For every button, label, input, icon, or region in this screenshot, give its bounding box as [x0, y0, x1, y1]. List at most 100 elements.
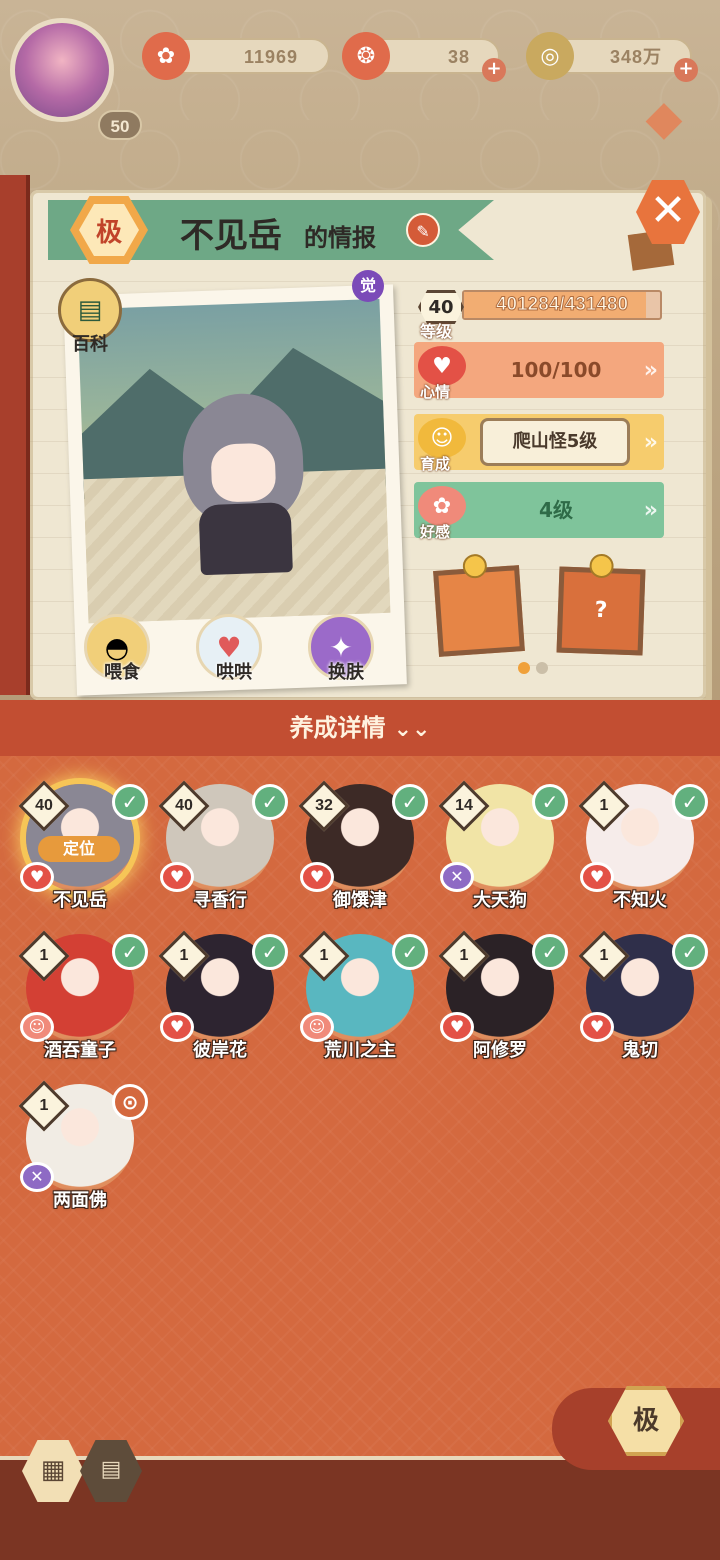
hotpot-dish-icon: [433, 565, 525, 657]
train-status-pill: 爬山怪5级: [480, 418, 630, 466]
smile-face-icon: ☺: [418, 418, 466, 458]
locate-tag[interactable]: 定位: [38, 836, 120, 862]
page-dot-active[interactable]: [518, 662, 530, 674]
shikigami-level: 1: [599, 947, 609, 964]
flower-icon: ✿: [418, 486, 466, 526]
gourd-icon: ❂: [342, 32, 390, 80]
skin-label: 换肤: [328, 662, 364, 683]
wiki-button[interactable]: ▤ 百科: [58, 278, 128, 355]
shikigami-card[interactable]: 1 ✓ ♥ 鬼切: [566, 920, 708, 1061]
page-dot[interactable]: [536, 662, 548, 674]
check-icon: ✓: [392, 934, 428, 970]
shikigami-card[interactable]: 1 ✓ ♥ 彼岸花: [146, 920, 288, 1061]
detail-toggle-bar[interactable]: 养成详情 ⌄⌄: [0, 700, 720, 756]
resource-coins[interactable]: ◎ 348万 +: [526, 32, 698, 82]
side-page: [0, 175, 30, 695]
shikigami-level: 40: [35, 797, 53, 814]
flower-coin-icon: ✿: [142, 32, 190, 80]
chevron-right-icon: »: [643, 358, 658, 383]
shikigami-level: 32: [315, 797, 333, 814]
shikigami-card[interactable]: 32 ✓ ♥ 御馔津: [286, 770, 428, 911]
shikigami-level: 40: [175, 797, 193, 814]
character-face: [210, 442, 277, 503]
feed-label: 喂食: [104, 662, 140, 683]
affection-label: 好感: [420, 523, 451, 541]
shikigami-level: 1: [39, 1097, 49, 1114]
shikigami-name-label: 寻香行: [193, 890, 247, 911]
check-icon: ✓: [252, 934, 288, 970]
shikigami-level: 1: [459, 947, 469, 964]
grade-badge-label: 极: [79, 204, 139, 256]
shikigami-roster: 40 ✓ 定位 ♥ 不见岳 40 ✓ ♥ 寻香行 32 ✓ ♥ 御馔津 14 ✓ ✕ 大天狗 1 ✓ ♥ 不知火 1 ✓ ☺ 酒…: [0, 756, 720, 1456]
shikigami-name-label: 阿修罗: [473, 1040, 527, 1061]
coax-label: 哄哄: [216, 662, 252, 683]
character-figure: [180, 391, 307, 576]
check-icon: ✓: [532, 784, 568, 820]
detail-bar-label: 养成详情: [289, 714, 386, 742]
mood-label: 心情: [420, 383, 451, 401]
page-dots: [518, 659, 554, 678]
shikigami-name: 不见岳: [180, 216, 282, 256]
shikigami-card[interactable]: 40 ✓ ♥ 寻香行: [146, 770, 288, 911]
shikigami-name-label: 两面佛: [53, 1190, 107, 1211]
shikigami-name-label: 不见岳: [53, 890, 107, 911]
player-level-badge: 50: [98, 110, 142, 140]
resource-tickets[interactable]: ❂ 38 +: [342, 32, 506, 82]
shikigami-card[interactable]: 1 ✓ ♥ 阿修罗: [426, 920, 568, 1061]
affection-value: 4级: [539, 498, 573, 522]
check-icon: ✓: [532, 934, 568, 970]
resource-tickets-value: 38: [447, 47, 470, 67]
wiki-label: 百科: [72, 334, 108, 355]
lock-frame-icon: ⊙: [112, 1084, 148, 1120]
shikigami-card[interactable]: 1 ✓ ☺ 荒川之主: [286, 920, 428, 1061]
check-icon: ✓: [252, 784, 288, 820]
edit-name-icon[interactable]: ✎: [406, 213, 440, 247]
check-icon: ✓: [672, 784, 708, 820]
exp-bar: 401284/431480: [462, 290, 662, 320]
shikigami-card[interactable]: 1 ✓ ☺ 酒吞童子: [6, 920, 148, 1061]
shikigami-card[interactable]: 14 ✓ ✕ 大天狗: [426, 770, 568, 911]
favorite-food-frame[interactable]: [433, 553, 525, 657]
coax-button[interactable]: ♥ 哄哄: [196, 614, 268, 686]
player-avatar-area[interactable]: 50: [10, 18, 142, 140]
check-icon: ✓: [392, 784, 428, 820]
check-icon: ✓: [672, 934, 708, 970]
add-tickets-button[interactable]: +: [482, 58, 506, 82]
shikigami-name-label: 鬼切: [622, 1040, 658, 1061]
check-icon: ✓: [112, 934, 148, 970]
shikigami-card[interactable]: 40 ✓ 定位 ♥ 不见岳: [6, 770, 148, 911]
feed-button[interactable]: ◓ 喂食: [84, 614, 156, 686]
shikigami-level: 1: [179, 947, 189, 964]
shikigami-name-label: 不知火: [613, 890, 667, 911]
check-icon: ✓: [112, 784, 148, 820]
shikigami-level: 1: [39, 947, 49, 964]
resource-energy[interactable]: ✿ 11969: [142, 32, 330, 80]
character-robe: [198, 502, 293, 576]
player-avatar[interactable]: [10, 18, 114, 122]
train-label: 育成: [420, 455, 451, 473]
gold-coin-icon: ◎: [526, 32, 574, 80]
shikigami-name-label: 大天狗: [473, 890, 527, 911]
awaken-badge: 觉: [352, 270, 384, 302]
fish-lantern-icon: ◆: [645, 90, 683, 146]
chevron-right-icon: »: [643, 430, 658, 455]
add-coins-button[interactable]: +: [674, 58, 698, 82]
mood-value: 100/100: [510, 358, 602, 382]
skin-button[interactable]: ✦ 换肤: [308, 614, 380, 686]
resource-coins-value: 348万: [609, 47, 662, 67]
shikigami-name-label: 酒吞童子: [44, 1040, 116, 1061]
shikigami-level: 1: [599, 797, 609, 814]
shikigami-card[interactable]: 1 ⊙ ✕ 两面佛: [6, 1070, 148, 1211]
shikigami-name-label: 彼岸花: [193, 1040, 247, 1061]
shikigami-name-label: 御馔津: [333, 890, 387, 911]
title-suffix: 的情报: [304, 224, 376, 252]
level-label: 等级: [420, 322, 453, 341]
affection-row[interactable]: ✿ 好感 4级 »: [414, 482, 664, 541]
shikigami-level: 14: [455, 797, 473, 814]
mood-row[interactable]: ♥ 心情 100/100 »: [414, 342, 664, 401]
shikigami-card[interactable]: 1 ✓ ♥ 不知火: [566, 770, 708, 911]
mystery-item-frame[interactable]: ?: [556, 553, 646, 656]
shikigami-level: 1: [319, 947, 329, 964]
chevron-right-icon: »: [643, 498, 658, 523]
heart-face-icon: ♥: [418, 346, 466, 386]
